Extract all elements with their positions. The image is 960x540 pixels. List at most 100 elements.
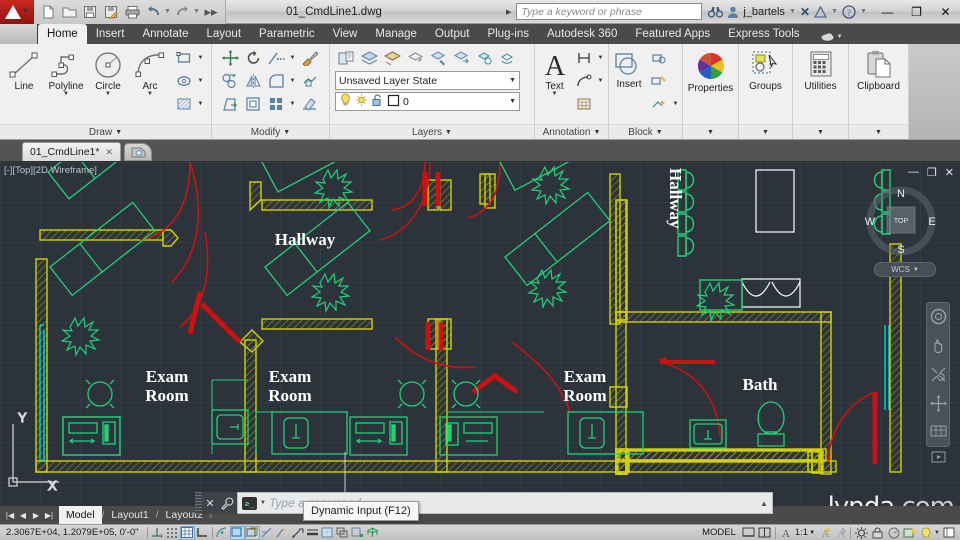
3d-object-snap-icon[interactable] (244, 525, 260, 540)
clean-screen-icon[interactable] (918, 526, 933, 540)
panel-title-block[interactable]: Block ▼ (609, 124, 682, 139)
chevron-down-icon[interactable]: ▼ (509, 77, 516, 84)
maximize-button[interactable]: ❐ (902, 0, 931, 24)
chevron-down-icon[interactable]: ▼ (445, 129, 452, 136)
command-line-wrench-icon[interactable] (218, 492, 237, 514)
edit-block-icon[interactable] (648, 70, 670, 92)
orbit-icon[interactable] (929, 395, 947, 417)
object-snap-tracking-icon[interactable] (260, 526, 275, 540)
panel-title-properties[interactable]: ▼ (683, 124, 738, 139)
tab-home[interactable]: Home (38, 24, 87, 44)
layer-isolate-icon[interactable] (381, 47, 403, 69)
space-label[interactable]: MODEL (698, 527, 740, 538)
user-name-label[interactable]: j_bartels (743, 6, 785, 18)
utilities-button[interactable]: Utilities (796, 47, 845, 92)
viewport-label[interactable]: [-][Top][2D Wireframe] (4, 165, 97, 176)
drawing-canvas[interactable]: Y X [-][Top][2D Wireframe] — ❐ ✕ Hallway… (0, 162, 960, 524)
allow-ucs-icon[interactable] (275, 526, 290, 540)
lightbulb-icon[interactable] (339, 93, 352, 110)
lock-icon[interactable] (870, 526, 885, 540)
polyline-button[interactable]: Polyline ▼ (45, 47, 87, 97)
layer-stack-icon[interactable] (358, 47, 380, 69)
panel-title-draw[interactable]: Draw ▼ (0, 124, 211, 139)
snap-mode-icon[interactable] (165, 526, 180, 540)
chevron-down-icon[interactable]: ▼ (817, 129, 824, 136)
model-space-icon[interactable] (741, 526, 756, 540)
panel-title-clipboard[interactable]: ▼ (849, 124, 908, 139)
ucs-dropdown[interactable]: WCS ▼ (874, 262, 936, 277)
tab-parametric[interactable]: Parametric (250, 24, 324, 44)
layer-properties-icon[interactable] (335, 47, 357, 69)
redo-icon[interactable] (172, 2, 192, 22)
command-line-grip[interactable] (195, 492, 202, 514)
tab-view[interactable]: View (324, 24, 367, 44)
showmotion-icon[interactable] (930, 424, 947, 443)
layer-off-icon[interactable] (450, 47, 472, 69)
pan-hand-icon[interactable] (930, 337, 947, 359)
annotation-scale-icon[interactable]: A (779, 526, 794, 540)
chevron-down-icon[interactable]: ▼ (147, 91, 153, 97)
object-snap-icon[interactable] (229, 525, 245, 540)
isometric-drafting-icon[interactable] (365, 526, 380, 540)
selection-cycling-icon[interactable] (335, 526, 350, 540)
layer-state-dropdown[interactable]: Unsaved Layer State ▼ (335, 71, 520, 90)
undo-dropdown-icon[interactable]: ▼ (164, 8, 171, 15)
prev-layout-icon[interactable]: ◀ (17, 508, 29, 522)
binoculars-icon[interactable] (708, 6, 724, 18)
tab-layout1[interactable]: Layout1 (104, 506, 155, 524)
array-icon[interactable] (265, 93, 287, 115)
groups-button[interactable]: Groups (742, 47, 789, 92)
leader-dropdown-icon[interactable]: ▼ (596, 78, 605, 84)
color-swatch-icon[interactable] (387, 94, 400, 110)
panel-title-modify[interactable]: Modify ▼ (212, 124, 329, 139)
dimension-dropdown-icon[interactable]: ▼ (596, 55, 605, 61)
help-dropdown-icon[interactable]: ▼ (860, 8, 867, 15)
chevron-down-icon[interactable]: ▼ (509, 98, 516, 105)
scale-icon[interactable] (242, 93, 264, 115)
chevron-down-icon[interactable]: ▼ (115, 129, 122, 136)
block-dropdown-icon[interactable]: ▼ (671, 101, 680, 107)
lineweight-icon[interactable] (305, 526, 320, 540)
ellipse-icon[interactable] (173, 70, 195, 92)
trim-dropdown-icon[interactable]: ▼ (288, 55, 297, 61)
sun-icon[interactable] (355, 93, 368, 110)
fillet-dropdown-icon[interactable]: ▼ (288, 78, 297, 84)
isolate-objects-icon[interactable] (902, 526, 917, 540)
application-menu-button[interactable]: ▼ (0, 0, 34, 24)
panel-title-layers[interactable]: Layers ▼ (330, 124, 534, 139)
plot-icon[interactable] (122, 2, 142, 22)
copy-icon[interactable] (219, 70, 241, 92)
table-icon[interactable] (573, 93, 595, 115)
fillet-icon[interactable] (265, 70, 287, 92)
status-dropdown-icon[interactable]: ▼ (934, 530, 940, 536)
layer-freeze-icon[interactable] (427, 47, 449, 69)
infer-constraints-icon[interactable]: p (150, 526, 165, 540)
tab-insert[interactable]: Insert (87, 24, 134, 44)
create-block-icon[interactable] (648, 47, 670, 69)
layer-match-icon[interactable] (473, 47, 495, 69)
autodesk-icon[interactable] (814, 5, 827, 18)
tab-featured-apps[interactable]: Featured Apps (626, 24, 719, 44)
circle-button[interactable]: Circle ▼ (87, 47, 129, 97)
rectangle-dropdown-icon[interactable]: ▼ (196, 55, 205, 61)
panel-title-utilities[interactable]: ▼ (793, 124, 848, 139)
tab-layout[interactable]: Layout (198, 24, 251, 44)
search-dropdown-icon[interactable]: ▶ (501, 8, 516, 16)
save-as-icon[interactable] (101, 2, 121, 22)
rectangle-icon[interactable] (173, 47, 195, 69)
qat-more-icon[interactable]: ▸▸ (201, 2, 221, 22)
auto-scale-icon[interactable]: A (832, 526, 847, 540)
zoom-extents-icon[interactable] (930, 366, 947, 388)
chevron-down-icon[interactable]: ▼ (707, 129, 714, 136)
cloud-tab-icon[interactable]: ▼ (821, 32, 843, 44)
command-expand-icon[interactable]: ▲ (760, 499, 768, 508)
grid-display-icon[interactable] (179, 525, 195, 540)
rotate-icon[interactable] (242, 47, 264, 69)
tab-model[interactable]: Model (59, 506, 102, 524)
tab-express-tools[interactable]: Express Tools (719, 24, 808, 44)
explode-icon[interactable] (298, 70, 320, 92)
next-layout-icon[interactable]: ▶ (30, 508, 42, 522)
match-properties-icon[interactable] (298, 47, 320, 69)
array-dropdown-icon[interactable]: ▼ (288, 101, 297, 107)
chevron-down-icon[interactable]: ▼ (63, 91, 69, 97)
